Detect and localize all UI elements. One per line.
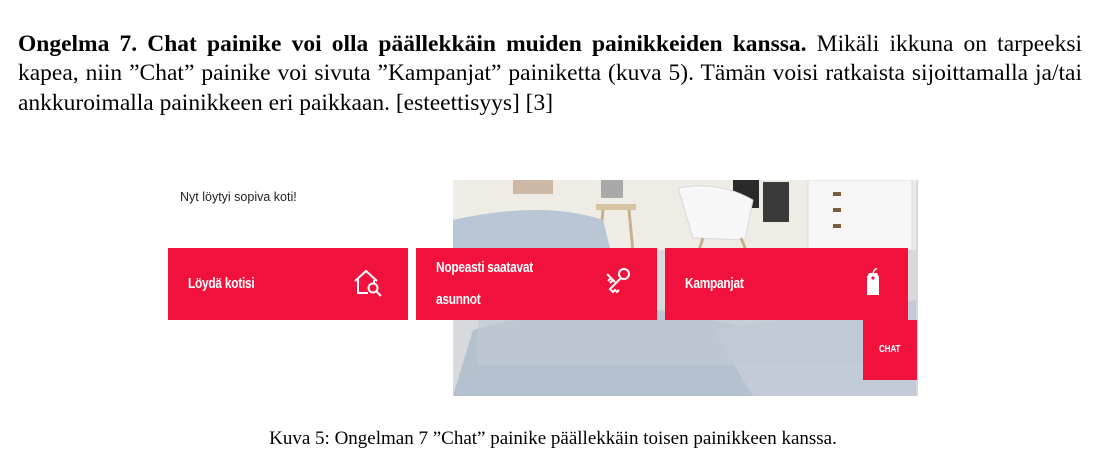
house-search-icon <box>352 266 384 302</box>
quick-available-label: Nopeasti saatavat asunnot <box>436 260 533 308</box>
problem-paragraph: Ongelma 7. Chat painike voi olla päällek… <box>18 30 1082 119</box>
figure-screenshot: Nyt löytyi sopiva koti! Löydä kotisi Nop… <box>168 178 918 396</box>
tag-icon <box>865 267 881 301</box>
figure-caption: Kuva 5: Ongelman 7 ”Chat” painike päälle… <box>269 428 837 449</box>
find-home-button[interactable]: Löydä kotisi <box>168 248 408 320</box>
campaigns-button[interactable]: Kampanjat <box>665 248 908 320</box>
chat-button[interactable]: CHAT <box>863 320 917 380</box>
campaigns-label: Kampanjat <box>685 276 744 292</box>
keys-icon <box>602 266 634 302</box>
chat-label: CHAT <box>879 344 901 355</box>
find-home-label: Löydä kotisi <box>188 276 255 292</box>
hero-heading: Nyt löytyi sopiva koti! <box>180 190 297 204</box>
problem-title: Ongelma 7. Chat painike voi olla päällek… <box>18 30 807 57</box>
quick-available-button[interactable]: Nopeasti saatavat asunnot <box>416 248 657 320</box>
